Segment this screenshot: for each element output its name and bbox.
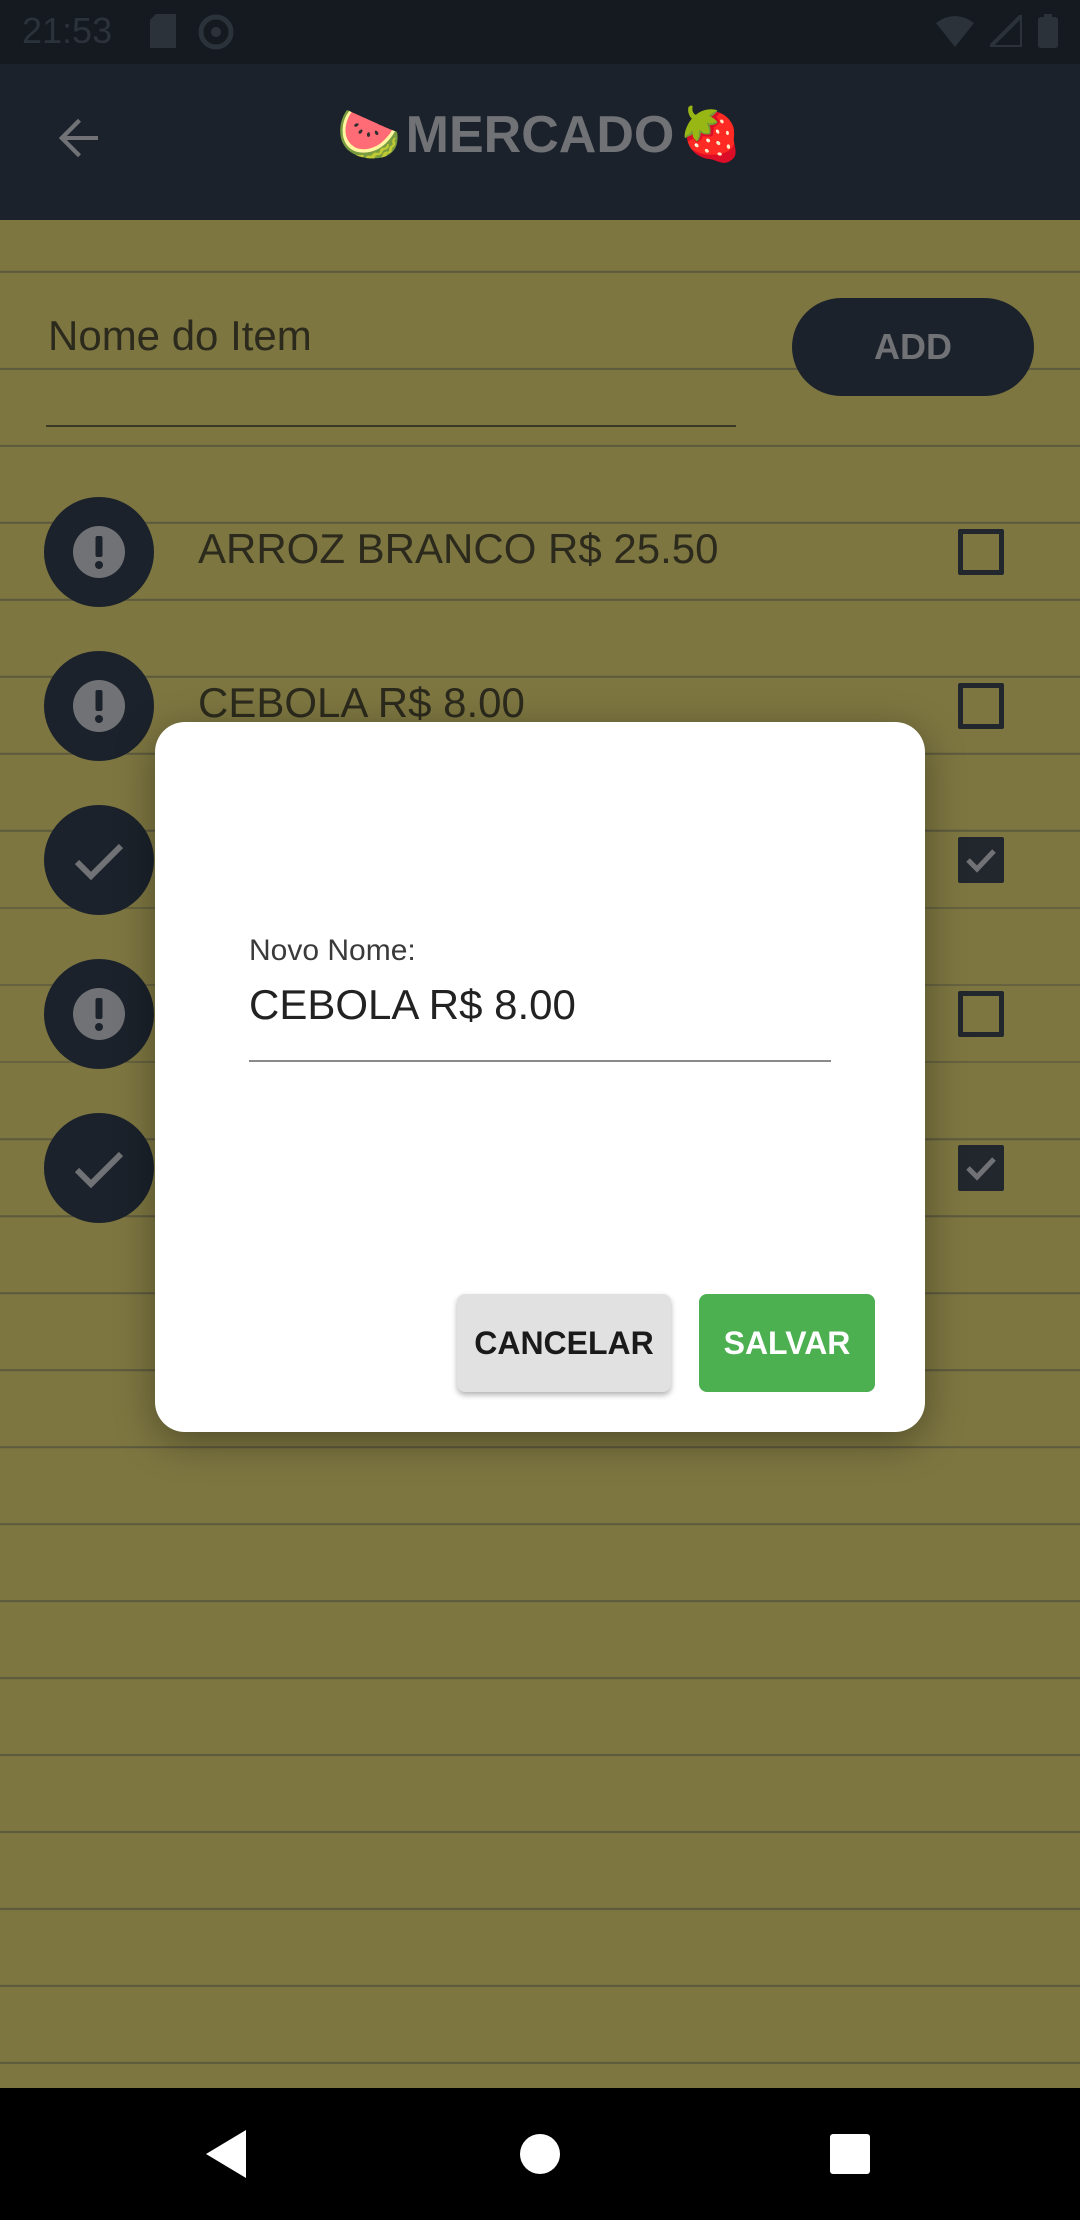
square-recents-icon bbox=[830, 2134, 870, 2174]
new-name-underline bbox=[249, 1060, 831, 1062]
list-item[interactable]: ARROZ BRANCO R$ 25.50 bbox=[0, 477, 1080, 627]
checkmark-icon bbox=[966, 849, 996, 873]
item-name-input[interactable] bbox=[46, 300, 740, 372]
wifi-icon bbox=[936, 16, 974, 47]
item-label: CEBOLA R$ 8.00 bbox=[198, 679, 525, 726]
status-icons-right bbox=[936, 14, 1058, 48]
strawberry-emoji-icon: 🍓 bbox=[678, 106, 744, 164]
add-button[interactable]: ADD bbox=[792, 298, 1034, 396]
alert-icon bbox=[73, 988, 125, 1040]
cancel-button[interactable]: CANCELAR bbox=[457, 1294, 671, 1392]
navigation-bar bbox=[0, 2088, 1080, 2220]
app-title: 🍉 MERCADO 🍓 bbox=[0, 104, 1080, 165]
item-name-underline bbox=[46, 425, 736, 427]
item-status-button[interactable] bbox=[44, 805, 154, 915]
new-name-label: Novo Nome: bbox=[249, 934, 416, 967]
checkmark-icon bbox=[966, 1157, 996, 1181]
circle-home-icon bbox=[520, 2134, 560, 2174]
status-icons-left bbox=[150, 14, 234, 50]
item-checkbox[interactable] bbox=[958, 837, 1004, 883]
triangle-back-icon bbox=[206, 2130, 246, 2178]
item-status-button[interactable] bbox=[44, 651, 154, 761]
item-status-button[interactable] bbox=[44, 497, 154, 607]
nav-back-button[interactable] bbox=[196, 2124, 256, 2184]
nav-home-button[interactable] bbox=[510, 2124, 570, 2184]
new-name-input[interactable] bbox=[249, 970, 831, 1040]
check-icon bbox=[74, 843, 124, 881]
battery-icon bbox=[1038, 14, 1058, 48]
check-icon bbox=[74, 1151, 124, 1189]
sync-icon bbox=[198, 14, 234, 50]
status-time: 21:53 bbox=[22, 10, 113, 51]
item-checkbox[interactable] bbox=[958, 529, 1004, 575]
app-bar: 🍉 MERCADO 🍓 bbox=[0, 64, 1080, 220]
screen: 21:53 🍉 MERCADO 🍓 ADD bbox=[0, 0, 1080, 2088]
sd-card-icon bbox=[150, 14, 176, 48]
alert-icon bbox=[73, 526, 125, 578]
item-checkbox[interactable] bbox=[958, 683, 1004, 729]
alert-icon bbox=[73, 680, 125, 732]
item-status-button[interactable] bbox=[44, 959, 154, 1069]
nav-recents-button[interactable] bbox=[820, 2124, 880, 2184]
item-status-button[interactable] bbox=[44, 1113, 154, 1223]
signal-icon bbox=[990, 15, 1022, 47]
edit-item-dialog: Novo Nome: CANCELAR SALVAR bbox=[155, 722, 925, 1432]
item-checkbox[interactable] bbox=[958, 991, 1004, 1037]
save-button[interactable]: SALVAR bbox=[699, 1294, 875, 1392]
watermelon-emoji-icon: 🍉 bbox=[336, 106, 402, 164]
item-label: ARROZ BRANCO R$ 25.50 bbox=[198, 525, 719, 572]
status-bar: 21:53 bbox=[0, 0, 1080, 64]
app-title-text: MERCADO bbox=[405, 105, 675, 164]
item-checkbox[interactable] bbox=[958, 1145, 1004, 1191]
